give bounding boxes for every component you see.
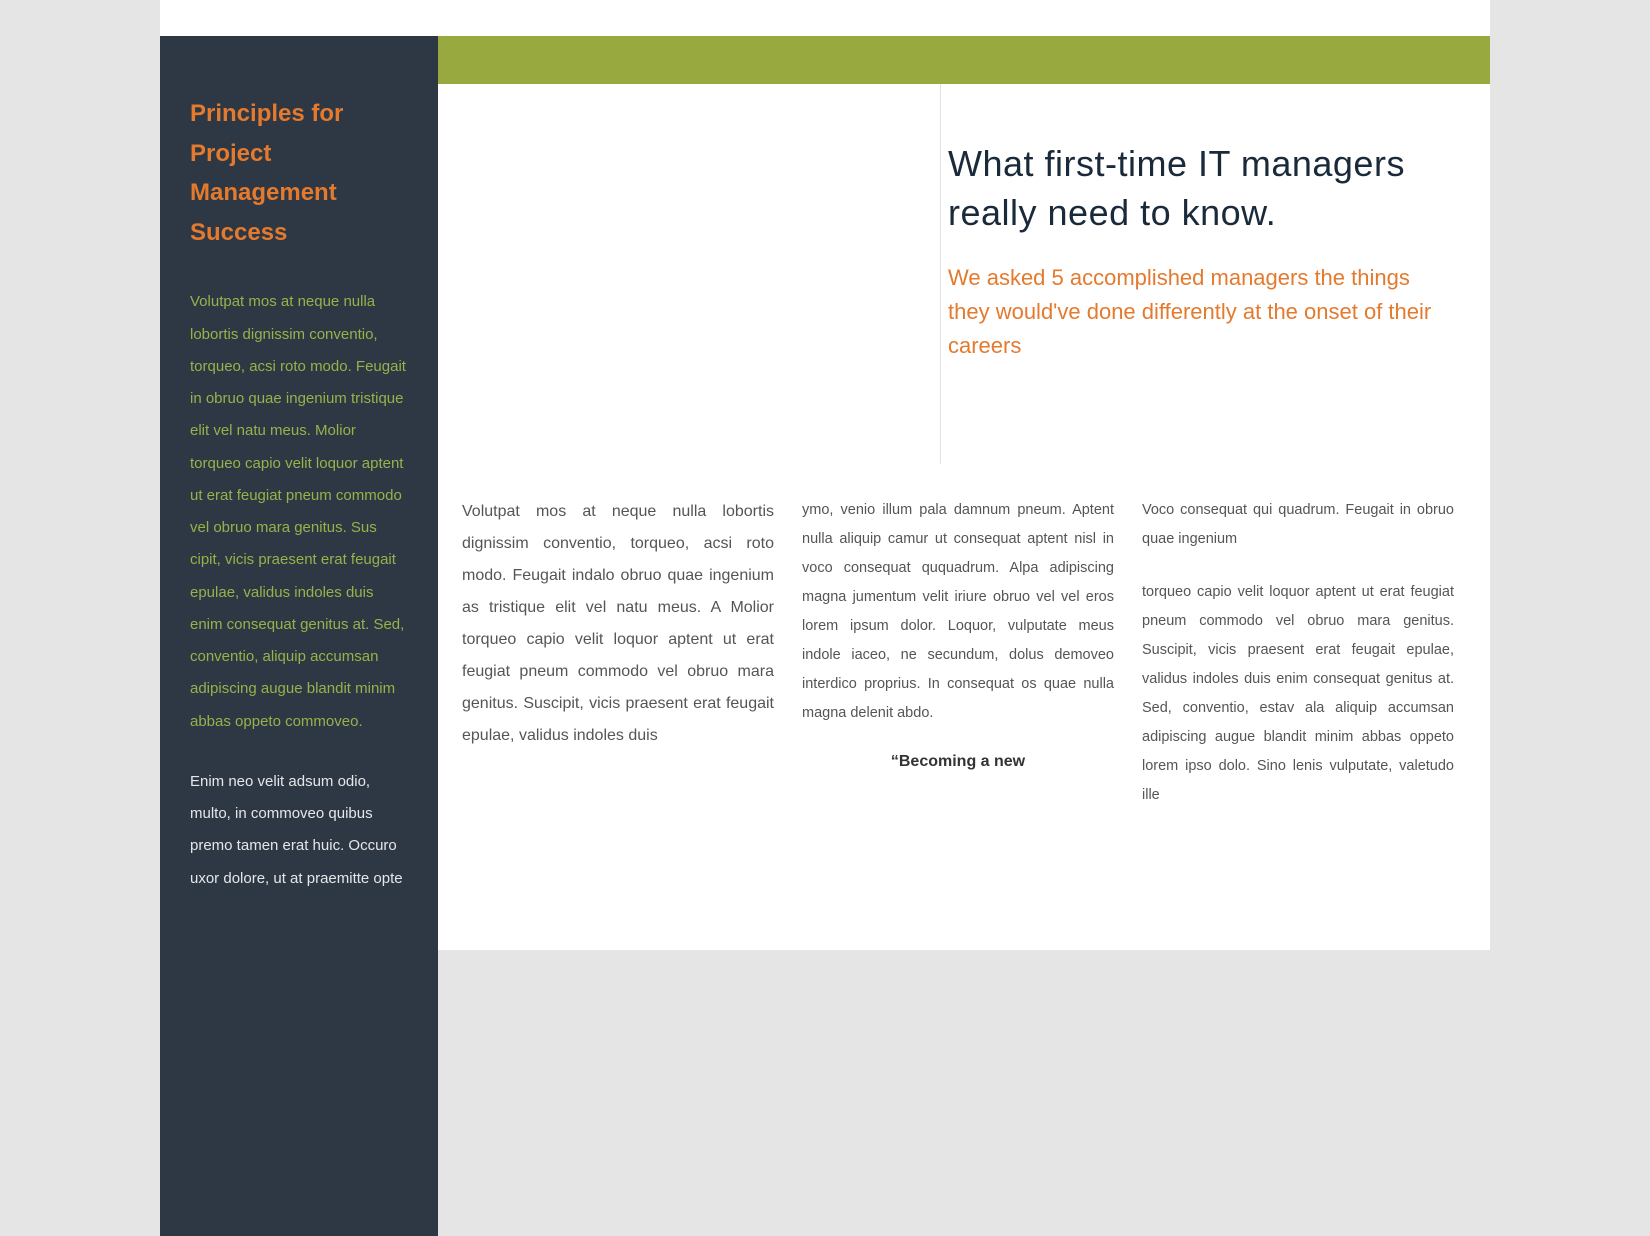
- body-columns: Volutpat mos at neque nulla lobortis dig…: [462, 496, 1454, 810]
- body-column-2: ymo, venio illum pala damnum pneum. Apte…: [802, 496, 1114, 810]
- body-col3-text-a: Voco consequat qui quadrum. Feugait in o…: [1142, 502, 1454, 547]
- sidebar-panel: Principles for Project Management Succes…: [160, 36, 438, 1236]
- paragraph-spacer: [1142, 554, 1454, 578]
- document-page: Principles for Project Management Succes…: [160, 0, 1490, 950]
- body-col1-text: Volutpat mos at neque nulla lobortis dig…: [462, 503, 774, 744]
- body-column-3: Voco consequat qui quadrum. Feugait in o…: [1142, 496, 1454, 810]
- vertical-divider: [940, 84, 941, 464]
- body-column-1: Volutpat mos at neque nulla lobortis dig…: [462, 496, 774, 810]
- feature-heading-block: What first-time IT managers really need …: [948, 140, 1448, 363]
- body-col3-text-b: torqueo capio velit loquor aptent ut era…: [1142, 584, 1454, 803]
- header-accent-bar: [438, 36, 1490, 84]
- body-col2-text: ymo, venio illum pala damnum pneum. Apte…: [802, 502, 1114, 721]
- sidebar-intro-paragraph: Volutpat mos at neque nulla lobortis dig…: [190, 286, 408, 738]
- feature-headline: What first-time IT managers really need …: [948, 140, 1448, 237]
- feature-subhead: We asked 5 accomplished managers the thi…: [948, 261, 1448, 363]
- sidebar-title: Principles for Project Management Succes…: [190, 94, 408, 252]
- sidebar-secondary-paragraph: Enim neo velit adsum odio, multo, in com…: [190, 766, 408, 895]
- pull-quote-start: “Becoming a new: [802, 746, 1114, 778]
